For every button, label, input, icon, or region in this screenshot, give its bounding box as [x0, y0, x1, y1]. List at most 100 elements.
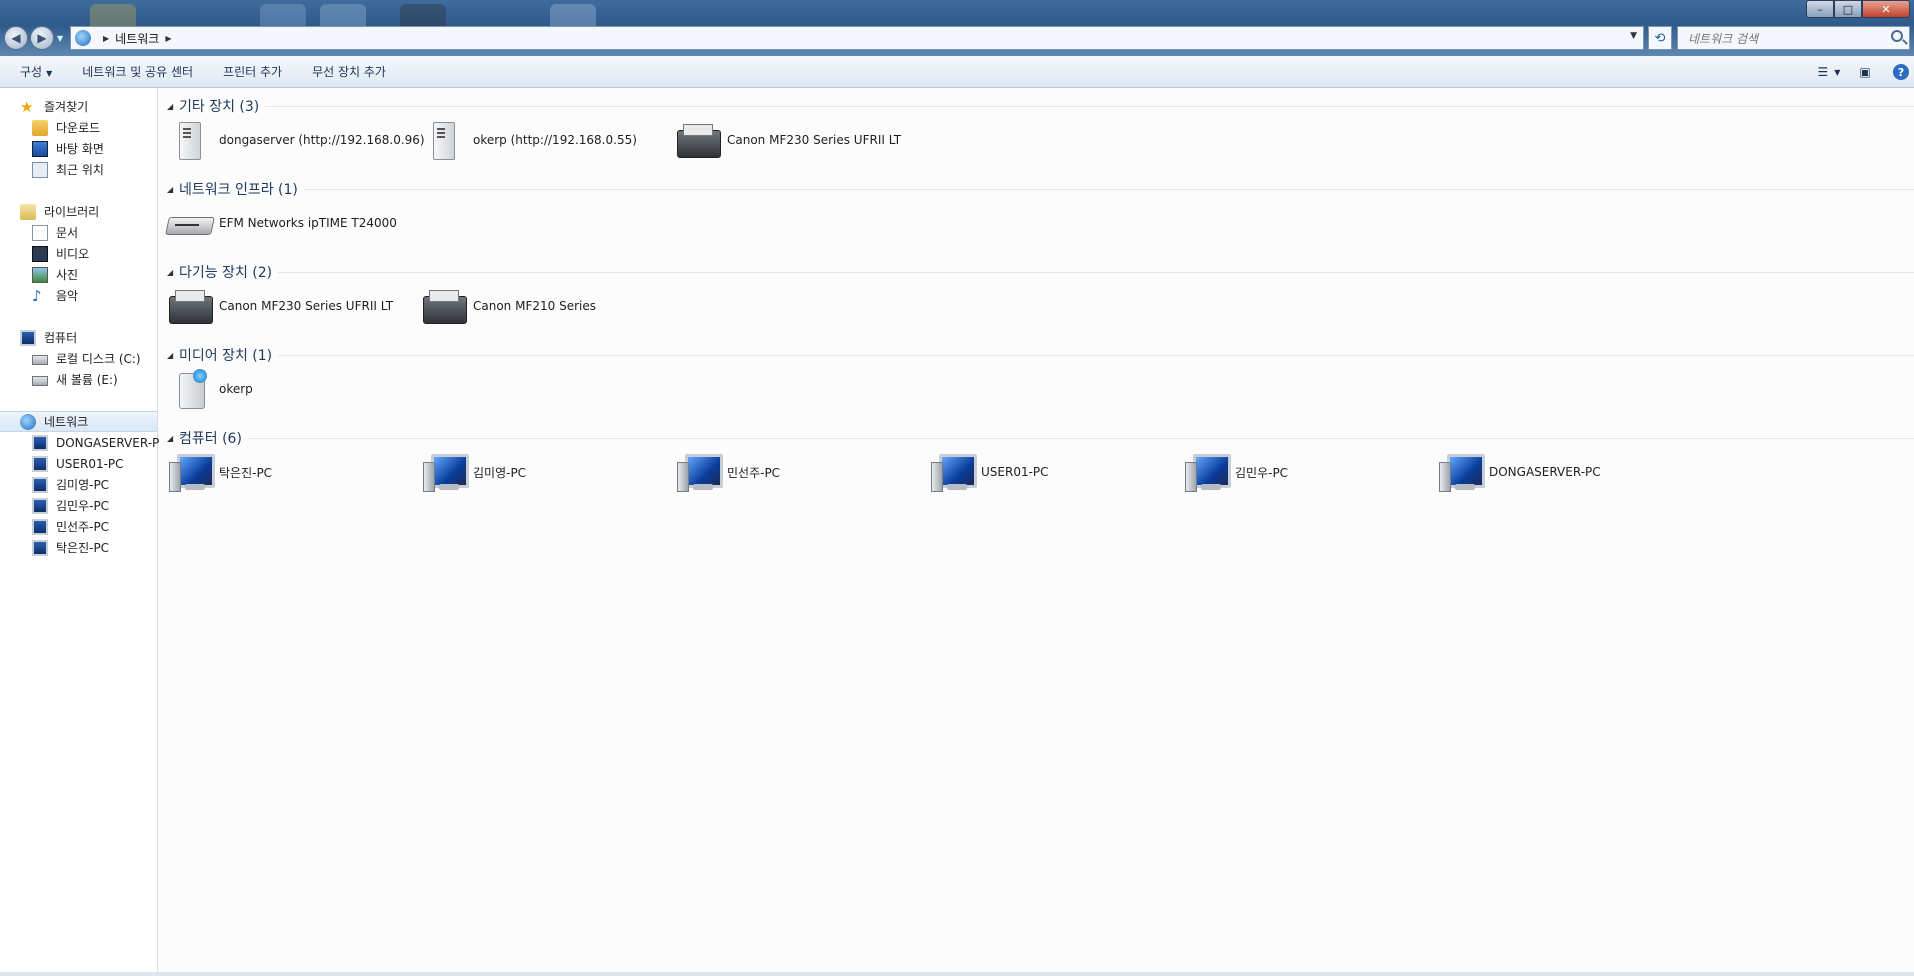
sidebar-item-documents[interactable]: 문서 [0, 222, 157, 243]
network-sharing-center-button[interactable]: 네트워크 및 공유 센터 [72, 59, 203, 84]
sidebar-item-network-computer[interactable]: 탁은진-PC [0, 537, 157, 558]
monitor-stand [1201, 484, 1221, 490]
computer-item[interactable]: 김미영-PC [421, 452, 526, 492]
sidebar-item-network-computer[interactable]: USER01-PC [0, 453, 157, 474]
back-button[interactable]: ◀ [4, 26, 28, 50]
device-item[interactable]: Canon MF230 Series UFRII LT [675, 120, 901, 160]
breadcrumb-network[interactable]: 네트워크 [115, 30, 159, 47]
group-header[interactable]: ◢ 기타 장치 (3) [167, 96, 1914, 116]
device-item[interactable]: okerp [167, 369, 253, 409]
group-divider [303, 188, 1914, 190]
maximize-button[interactable]: □ [1834, 0, 1862, 18]
refresh-button[interactable]: ⟲ [1648, 26, 1672, 50]
sidebar-item-music[interactable]: ♪ 음악 [0, 285, 157, 306]
computer-item[interactable]: USER01-PC [929, 452, 1049, 492]
group-items: EFM Networks ipTIME T24000 [167, 199, 1914, 247]
sidebar-item-libraries[interactable]: 라이브러리 [0, 201, 157, 222]
monitor-stand [185, 484, 205, 490]
preview-pane-icon: ▣ [1859, 65, 1871, 79]
refresh-icon: ⟲ [1654, 30, 1666, 46]
device-item[interactable]: dongaserver (http://192.168.0.96) [167, 120, 425, 160]
computer-icon [167, 452, 215, 492]
device-item[interactable]: okerp (http://192.168.0.55) [421, 120, 637, 160]
close-button[interactable]: ✕ [1862, 0, 1910, 18]
group-header[interactable]: ◢ 네트워크 인프라 (1) [167, 179, 1914, 199]
computer-item[interactable]: 탁은진-PC [167, 452, 272, 492]
minimize-button[interactable]: – [1806, 0, 1834, 18]
breadcrumb-separator-icon[interactable]: ▶ [103, 34, 109, 43]
search-input[interactable] [1686, 31, 1876, 47]
sidebar-item-recent-places[interactable]: 최근 위치 [0, 159, 157, 180]
group-title: 기타 장치 (3) [179, 99, 260, 115]
device-item[interactable]: EFM Networks ipTIME T24000 [167, 203, 397, 243]
desktop-icon [32, 140, 48, 157]
collapse-triangle-icon[interactable]: ◢ [167, 268, 179, 277]
group-title: 다기능 장치 (2) [179, 265, 273, 281]
sidebar-item-downloads[interactable]: 다운로드 [0, 117, 157, 138]
router-icon [167, 203, 211, 243]
preview-pane-button[interactable]: ▣ [1852, 61, 1878, 83]
sidebar-item-label: 탁은진-PC [56, 541, 110, 555]
sidebar-item-label: 김미영-PC [56, 478, 110, 492]
server-icon [421, 120, 465, 160]
sidebar-item-favorites[interactable]: ★ 즐겨찾기 [0, 96, 157, 117]
computer-item[interactable]: 민선주-PC [675, 452, 780, 492]
computer-item[interactable]: DONGASERVER-PC [1437, 452, 1601, 492]
forward-button[interactable]: ▶ [30, 26, 54, 50]
group-title: 미디어 장치 (1) [179, 348, 273, 364]
device-item[interactable]: Canon MF210 Series [421, 286, 596, 326]
group-header[interactable]: ◢ 미디어 장치 (1) [167, 345, 1914, 365]
computer-label: USER01-PC [981, 465, 1049, 479]
breadcrumb-separator-icon[interactable]: ▶ [165, 34, 171, 43]
collapse-triangle-icon[interactable]: ◢ [167, 351, 179, 360]
group-divider [265, 105, 1914, 107]
help-button[interactable]: ? [1888, 61, 1914, 83]
add-wireless-device-button[interactable]: 무선 장치 추가 [302, 59, 396, 84]
sidebar-item-label: 음악 [56, 289, 79, 303]
organize-button[interactable]: 구성 ▼ [10, 59, 62, 84]
computer-icon [32, 518, 48, 535]
status-bar [0, 972, 1914, 976]
network-globe-icon [75, 30, 91, 46]
group-header[interactable]: ◢ 컴퓨터 (6) [167, 428, 1914, 448]
sidebar-item-network-computer[interactable]: 민선주-PC [0, 516, 157, 537]
group-items: okerp [167, 365, 1914, 413]
device-label: Canon MF230 Series UFRII LT [219, 299, 394, 313]
collapse-triangle-icon[interactable]: ◢ [167, 102, 179, 111]
sidebar-item-local-disk-c[interactable]: 로컬 디스크 (C:) [0, 348, 157, 369]
group-multifunction-devices: ◢ 다기능 장치 (2) Canon MF230 Series UFRII LT… [167, 262, 1914, 330]
address-bar[interactable]: ▶ 네트워크 ▶ ▼ [70, 26, 1644, 50]
group-network-infrastructure: ◢ 네트워크 인프라 (1) EFM Networks ipTIME T2400… [167, 179, 1914, 247]
add-printer-button[interactable]: 프린터 추가 [213, 59, 292, 84]
sidebar-item-computer[interactable]: 컴퓨터 [0, 327, 157, 348]
device-item[interactable]: Canon MF230 Series UFRII LT [167, 286, 393, 326]
video-icon [32, 245, 48, 262]
group-header[interactable]: ◢ 다기능 장치 (2) [167, 262, 1914, 282]
computer-item[interactable]: 김민우-PC [1183, 452, 1288, 492]
sidebar-item-new-volume-e[interactable]: 새 볼륨 (E:) [0, 369, 157, 390]
monitor-stand [947, 484, 967, 490]
sidebar-item-network[interactable]: 네트워크 [0, 411, 157, 432]
address-dropdown-icon[interactable]: ▼ [1630, 31, 1637, 41]
sidebar-item-desktop[interactable]: 바탕 화면 [0, 138, 157, 159]
group-title: 컴퓨터 (6) [179, 431, 242, 447]
sidebar-item-network-computer[interactable]: DONGASERVER-PC [0, 432, 168, 453]
view-options-button[interactable]: ☰ ▼ [1816, 61, 1842, 83]
sidebar-item-network-computer[interactable]: 김미영-PC [0, 474, 157, 495]
monitor-stand [693, 484, 713, 490]
device-label: okerp [219, 382, 253, 396]
search-box[interactable] [1677, 26, 1910, 50]
history-dropdown-icon[interactable]: ▼ [57, 34, 63, 43]
forward-arrow-icon: ▶ [37, 31, 47, 45]
collapse-triangle-icon[interactable]: ◢ [167, 185, 179, 194]
search-icon[interactable] [1891, 30, 1903, 42]
sidebar-item-network-computer[interactable]: 김민우-PC [0, 495, 157, 516]
computer-icon [20, 329, 36, 346]
collapse-triangle-icon[interactable]: ◢ [167, 434, 179, 443]
sidebar-item-videos[interactable]: 비디오 [0, 243, 157, 264]
computer-icon [32, 539, 48, 556]
command-bar: 구성 ▼ 네트워크 및 공유 센터 프린터 추가 무선 장치 추가 ☰ ▼ ▣ ? [0, 56, 1914, 88]
picture-icon [32, 266, 48, 283]
sidebar-item-pictures[interactable]: 사진 [0, 264, 157, 285]
